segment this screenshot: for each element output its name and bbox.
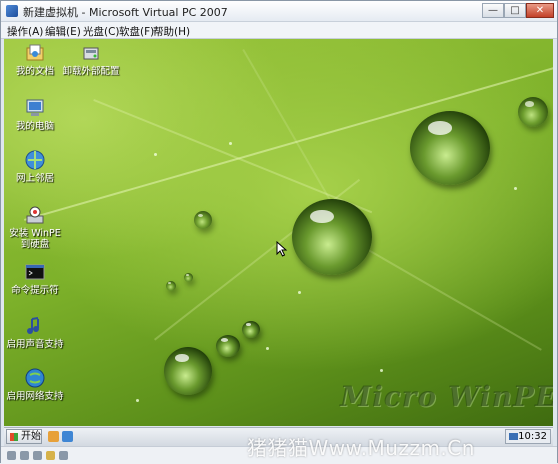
dew-dot bbox=[298, 291, 301, 294]
winpe-wallpaper-logo: Micro WinPE bbox=[340, 380, 553, 413]
water-drop bbox=[194, 211, 212, 229]
network-places-icon bbox=[24, 149, 46, 171]
window-title: 新建虚拟机 - Microsoft Virtual PC 2007 bbox=[23, 6, 228, 19]
quicklaunch-browser-icon[interactable] bbox=[62, 431, 73, 442]
desktop-icon-my-computer[interactable]: 我的电脑 bbox=[4, 97, 66, 132]
dew-dot bbox=[154, 153, 157, 156]
enable-network-icon bbox=[24, 367, 46, 389]
guest-desktop[interactable]: Micro WinPE 我的文档 卸载外部配置 我的电脑 网上邻居 安装 Win… bbox=[4, 39, 553, 426]
water-drop bbox=[216, 335, 240, 357]
desktop-icon-uninstall-config[interactable]: 卸载外部配置 bbox=[56, 42, 126, 77]
water-drop bbox=[518, 97, 548, 127]
my-computer-icon bbox=[24, 97, 46, 119]
menu-edit[interactable]: 编辑(E) bbox=[45, 24, 81, 39]
icon-label: 网上邻居 bbox=[15, 173, 54, 184]
icon-label: 启用网络支持 bbox=[6, 391, 64, 402]
water-drop bbox=[410, 111, 490, 185]
menu-help[interactable]: 帮助(H) bbox=[153, 24, 190, 39]
start-button[interactable]: 开始 bbox=[6, 429, 42, 444]
my-documents-icon bbox=[24, 42, 46, 64]
windows-flag-icon bbox=[10, 433, 18, 441]
leaf-vein bbox=[93, 99, 373, 214]
start-label: 开始 bbox=[21, 431, 41, 442]
enable-sound-icon bbox=[24, 315, 46, 337]
icon-label: 我的电脑 bbox=[15, 121, 54, 132]
uninstall-config-icon bbox=[80, 42, 102, 64]
status-disk-icon[interactable] bbox=[7, 451, 16, 460]
quicklaunch-folder-icon[interactable] bbox=[48, 431, 59, 442]
virtual-pc-app-icon bbox=[6, 5, 18, 17]
status-folder-icon[interactable] bbox=[46, 451, 55, 460]
water-drop bbox=[164, 347, 212, 395]
desktop-icon-enable-sound[interactable]: 启用声音支持 bbox=[4, 315, 66, 350]
tray-monitor-icon[interactable] bbox=[509, 433, 518, 440]
water-drop bbox=[184, 273, 193, 282]
water-drop bbox=[292, 199, 372, 275]
tray-clock: 10:32 bbox=[518, 431, 547, 442]
menu-bar: 操作(A) 编辑(E) 光盘(C) 软盘(F) 帮助(H) bbox=[1, 22, 557, 39]
menu-action[interactable]: 操作(A) bbox=[7, 24, 43, 39]
dew-dot bbox=[136, 399, 139, 402]
dew-dot bbox=[229, 142, 232, 145]
maximize-button[interactable]: □ bbox=[504, 3, 526, 18]
icon-label: 卸载外部配置 bbox=[62, 66, 120, 77]
water-drop bbox=[166, 281, 176, 291]
status-cd-icon[interactable] bbox=[20, 451, 29, 460]
icon-label: 命令提示符 bbox=[11, 285, 59, 296]
desktop-icon-command-prompt[interactable]: 命令提示符 bbox=[4, 261, 66, 296]
desktop-icon-network-places[interactable]: 网上邻居 bbox=[4, 149, 66, 184]
mouse-cursor-icon bbox=[276, 241, 288, 257]
water-drop bbox=[242, 321, 260, 338]
menu-floppy[interactable]: 软盘(F) bbox=[119, 24, 154, 39]
site-watermark: 猪猪猫Www.Muzzm.Cn bbox=[247, 436, 475, 460]
minimize-button[interactable]: — bbox=[482, 3, 504, 18]
desktop-icon-enable-network[interactable]: 启用网络支持 bbox=[4, 367, 66, 402]
system-tray: 10:32 bbox=[505, 429, 551, 444]
status-network-icon[interactable] bbox=[59, 451, 68, 460]
dew-dot bbox=[514, 187, 517, 190]
dew-dot bbox=[380, 369, 383, 372]
icon-label: 启用声音支持 bbox=[6, 339, 64, 350]
virtual-pc-window: 新建虚拟机 - Microsoft Virtual PC 2007 — □ ✕ … bbox=[0, 0, 558, 464]
install-winpe-icon bbox=[24, 204, 46, 226]
command-prompt-icon bbox=[24, 261, 46, 283]
icon-label: 安装 WinPE 到硬盘 bbox=[9, 228, 61, 250]
status-floppy-icon[interactable] bbox=[33, 451, 42, 460]
desktop-icon-install-winpe[interactable]: 安装 WinPE 到硬盘 bbox=[4, 204, 66, 250]
dew-dot bbox=[266, 347, 269, 350]
close-button[interactable]: ✕ bbox=[526, 3, 554, 18]
title-bar[interactable]: 新建虚拟机 - Microsoft Virtual PC 2007 — □ ✕ bbox=[1, 1, 557, 22]
menu-cd[interactable]: 光盘(C) bbox=[83, 24, 120, 39]
